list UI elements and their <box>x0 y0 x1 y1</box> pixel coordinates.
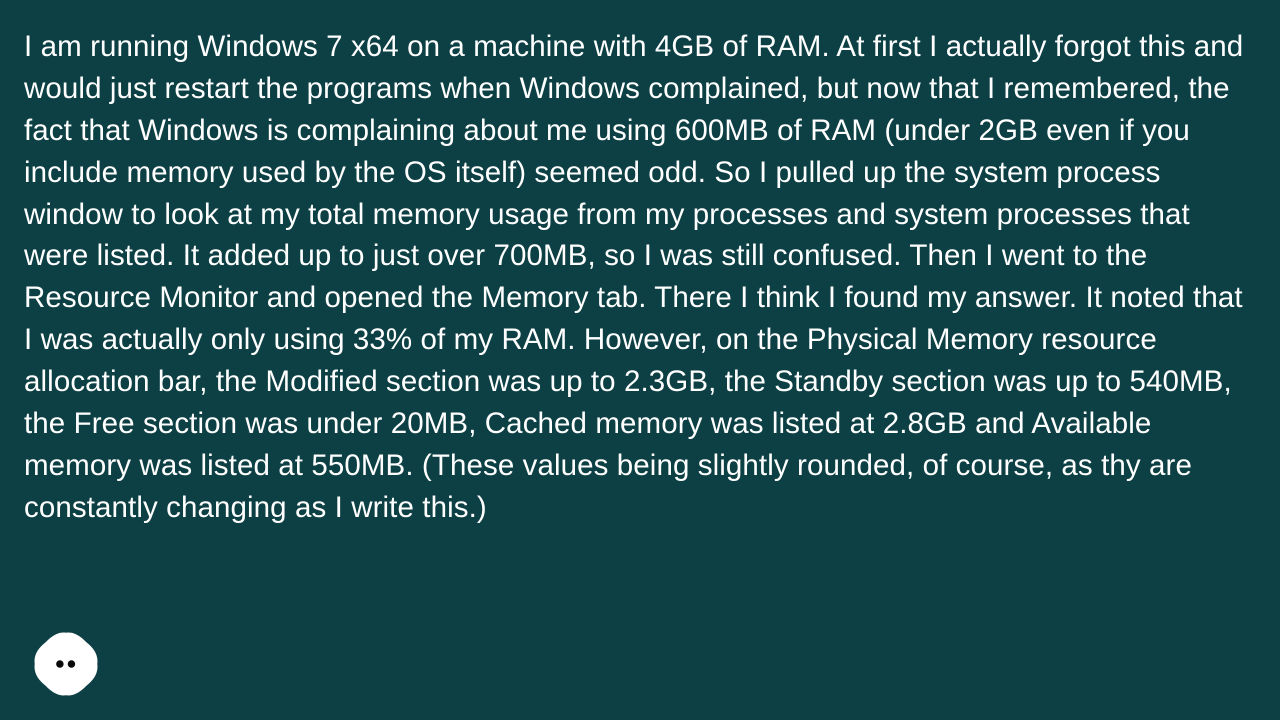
body-paragraph: I am running Windows 7 x64 on a machine … <box>24 26 1256 529</box>
slide: I am running Windows 7 x64 on a machine … <box>0 0 1280 720</box>
avatar-blob-icon <box>32 630 100 698</box>
speaker-avatar <box>32 630 100 698</box>
